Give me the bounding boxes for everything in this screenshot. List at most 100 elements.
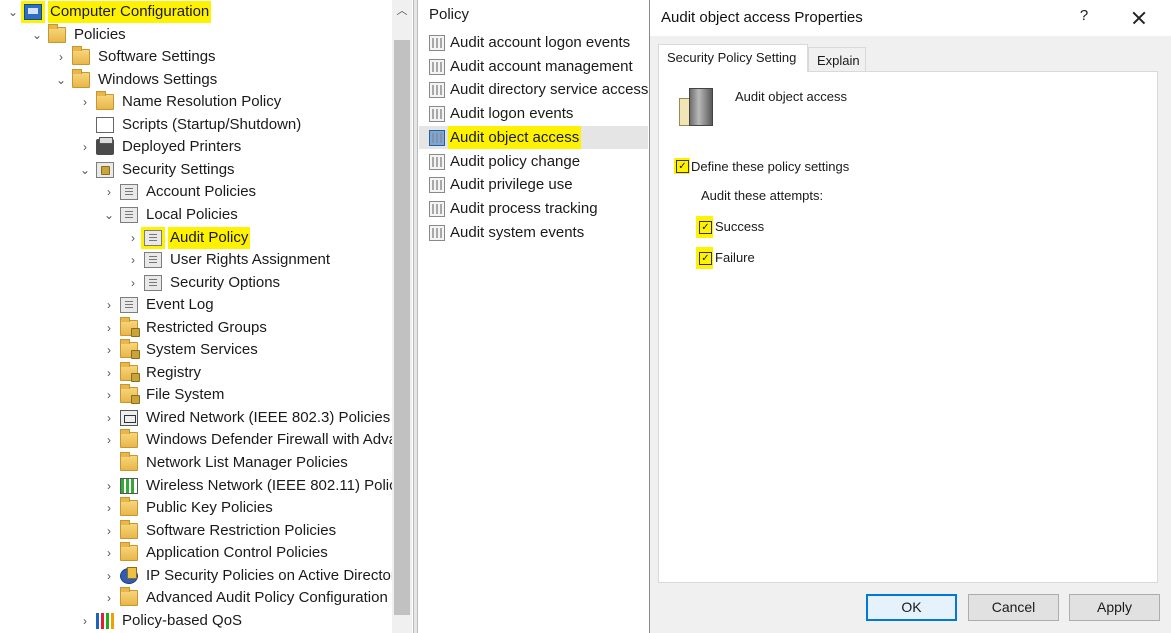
- chevron-down-icon[interactable]: ⌄: [102, 204, 116, 226]
- policy-row[interactable]: Audit account logon events: [419, 31, 648, 54]
- chevron-right-icon[interactable]: ›: [102, 294, 116, 316]
- tree-item[interactable]: › Registry: [0, 361, 392, 384]
- pane-splitter[interactable]: [413, 0, 418, 633]
- tree-item[interactable]: › Windows Defender Firewall with Advan: [0, 429, 392, 451]
- policy-row[interactable]: Audit directory service access: [419, 78, 648, 101]
- chevron-right-icon[interactable]: ›: [102, 384, 116, 406]
- tree-item-label: File System: [146, 386, 225, 404]
- tab-explain[interactable]: Explain: [808, 47, 866, 72]
- tree-item[interactable]: Scripts (Startup/Shutdown): [0, 114, 392, 136]
- policy-row[interactable]: Audit policy change: [419, 150, 648, 173]
- define-settings-checkbox[interactable]: ✓: [676, 160, 689, 173]
- ip-security-icon: [120, 566, 138, 584]
- tree-item[interactable]: ⌄ Windows Settings: [0, 68, 392, 91]
- chevron-right-icon[interactable]: ›: [78, 91, 92, 113]
- ok-button[interactable]: OK: [866, 594, 957, 621]
- tree-item[interactable]: › System Services: [0, 339, 392, 361]
- policy-row[interactable]: Audit account management: [419, 55, 648, 78]
- tree-item[interactable]: › Wired Network (IEEE 802.3) Policies: [0, 407, 392, 429]
- tree-item[interactable]: › Application Control Policies: [0, 542, 392, 564]
- chevron-placeholder: [78, 114, 92, 136]
- folder-icon: [72, 46, 90, 66]
- success-checkbox[interactable]: ✓: [699, 221, 712, 234]
- tree-item[interactable]: › Audit Policy: [0, 226, 392, 249]
- chevron-down-icon[interactable]: ⌄: [6, 1, 20, 23]
- tree-item[interactable]: ⌄ Security Settings: [0, 159, 392, 181]
- tree-item[interactable]: › Restricted Groups: [0, 316, 392, 339]
- chevron-down-icon[interactable]: ⌄: [78, 159, 92, 181]
- policy-icon: [120, 297, 138, 314]
- policy-row-label: Audit account management: [450, 57, 633, 75]
- scrollbar-thumb[interactable]: [394, 40, 410, 615]
- tree-item-label: IP Security Policies on Active Directory: [146, 566, 392, 584]
- chevron-right-icon[interactable]: ›: [78, 610, 92, 632]
- chevron-right-icon[interactable]: ›: [102, 542, 116, 564]
- tree-item-label: Security Options: [170, 273, 281, 291]
- chevron-right-icon[interactable]: ›: [102, 362, 116, 384]
- tree-item[interactable]: ⌄ Policies: [0, 23, 392, 46]
- chevron-right-icon[interactable]: ›: [54, 46, 68, 68]
- policy-row[interactable]: Audit system events: [419, 221, 648, 244]
- chevron-right-icon[interactable]: ›: [78, 136, 92, 158]
- policy-row[interactable]: Audit process tracking: [419, 197, 648, 220]
- scroll-up-icon[interactable]: ︿: [392, 0, 412, 22]
- tree-item[interactable]: › IP Security Policies on Active Director…: [0, 565, 392, 587]
- locked-folder-icon: [120, 339, 140, 360]
- tree-item[interactable]: › User Rights Assignment: [0, 249, 392, 271]
- tree-item[interactable]: ⌄ Local Policies: [0, 204, 392, 226]
- policy-row[interactable]: Audit privilege use: [419, 173, 648, 196]
- policy-row[interactable]: Audit object access: [419, 125, 648, 149]
- tree-item[interactable]: › Software Restriction Policies: [0, 519, 392, 542]
- tree-item[interactable]: Network List Manager Policies: [0, 452, 392, 474]
- computer-icon: [21, 1, 45, 23]
- tree-item[interactable]: › Public Key Policies: [0, 497, 392, 519]
- cancel-button[interactable]: Cancel: [968, 594, 1059, 621]
- chevron-down-icon[interactable]: ⌄: [54, 69, 68, 91]
- policy-icon: [120, 206, 138, 223]
- tree-item[interactable]: › File System: [0, 384, 392, 406]
- tree-item-label: Computer Configuration: [48, 1, 212, 23]
- tree-scrollbar[interactable]: ︿: [392, 0, 412, 633]
- tree-item[interactable]: ⌄ Computer Configuration: [0, 1, 392, 23]
- tab-panel: Audit object access ✓ Define these polic…: [658, 71, 1158, 583]
- tab-security-policy-setting[interactable]: Security Policy Setting: [658, 44, 808, 72]
- chevron-right-icon[interactable]: ›: [102, 429, 116, 451]
- tree-item[interactable]: › Event Log: [0, 294, 392, 316]
- tree-item-label: Name Resolution Policy: [122, 93, 282, 111]
- failure-checkbox[interactable]: ✓: [699, 252, 712, 265]
- chevron-right-icon[interactable]: ›: [102, 565, 116, 587]
- tree-item-label: Policy-based QoS: [122, 611, 243, 629]
- chevron-right-icon[interactable]: ›: [102, 497, 116, 519]
- audit-policy-icon: [429, 200, 445, 217]
- tree-item-label: Security Settings: [122, 160, 235, 178]
- chevron-right-icon[interactable]: ›: [126, 249, 140, 271]
- tree-item[interactable]: › Name Resolution Policy: [0, 91, 392, 113]
- close-icon[interactable]: [1127, 6, 1151, 30]
- chevron-right-icon[interactable]: ›: [126, 227, 140, 249]
- help-button[interactable]: ?: [1074, 7, 1094, 29]
- policy-row-label: Audit system events: [450, 223, 585, 241]
- apply-button[interactable]: Apply: [1069, 594, 1160, 621]
- chevron-right-icon[interactable]: ›: [102, 475, 116, 497]
- tree-item[interactable]: › Wireless Network (IEEE 802.11) Policies: [0, 475, 392, 497]
- tree-item[interactable]: › Account Policies: [0, 181, 392, 203]
- chevron-down-icon[interactable]: ⌄: [30, 24, 44, 46]
- chevron-right-icon[interactable]: ›: [102, 520, 116, 542]
- chevron-right-icon[interactable]: ›: [102, 181, 116, 203]
- chevron-right-icon[interactable]: ›: [126, 272, 140, 294]
- policy-column-header[interactable]: Policy: [429, 6, 469, 23]
- tree-item[interactable]: › Software Settings: [0, 46, 392, 68]
- tree-item-label: Advanced Audit Policy Configuration: [146, 589, 388, 607]
- chevron-right-icon[interactable]: ›: [102, 587, 116, 609]
- tree-item[interactable]: › Deployed Printers: [0, 136, 392, 158]
- folder-icon: [120, 497, 138, 517]
- chevron-right-icon[interactable]: ›: [102, 317, 116, 339]
- tree-item-label: Scripts (Startup/Shutdown): [122, 115, 302, 133]
- policy-row[interactable]: Audit logon events: [419, 102, 648, 125]
- chevron-right-icon[interactable]: ›: [102, 407, 116, 429]
- policy-icon: [144, 252, 162, 269]
- chevron-right-icon[interactable]: ›: [102, 339, 116, 361]
- tree-item[interactable]: › Policy-based QoS: [0, 610, 392, 632]
- tree-item[interactable]: › Security Options: [0, 272, 392, 294]
- tree-item[interactable]: › Advanced Audit Policy Configuration: [0, 587, 392, 609]
